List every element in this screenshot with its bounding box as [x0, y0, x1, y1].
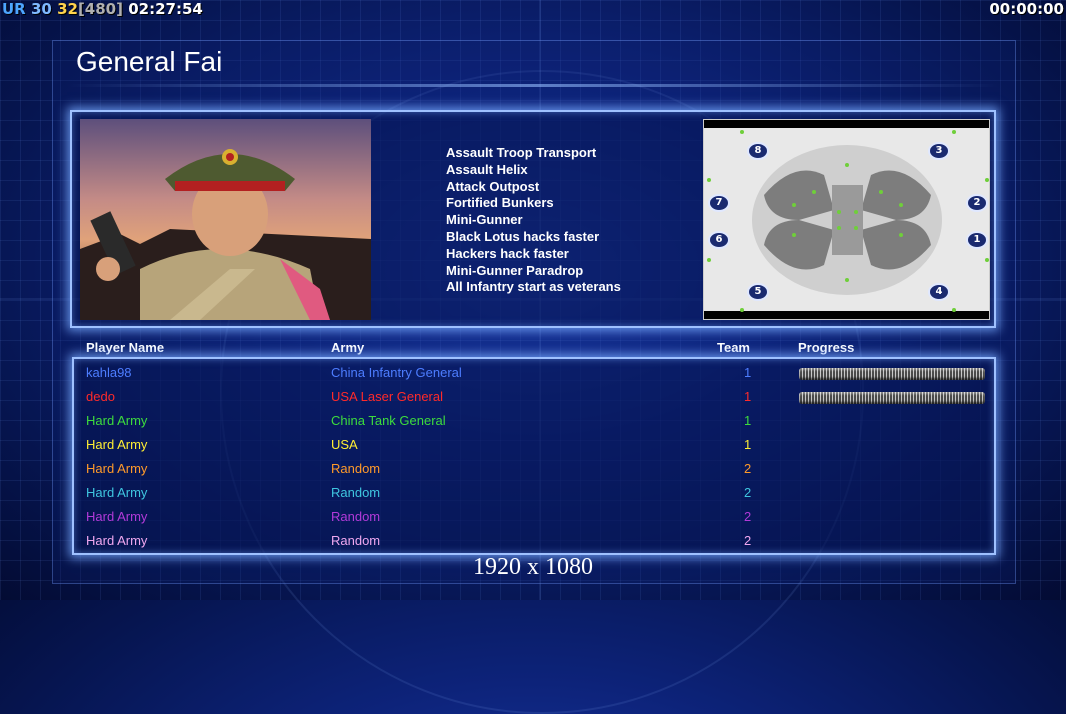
- player-team: 2: [744, 485, 752, 500]
- player-team: 2: [744, 461, 752, 476]
- general-portrait: [80, 119, 371, 320]
- player-row: Hard Army Random 2: [0, 457, 1066, 481]
- player-name: kahla98: [86, 365, 132, 380]
- player-row: Hard Army China Tank General 1: [0, 409, 1066, 433]
- map-start-slot-7[interactable]: 7: [708, 194, 730, 212]
- player-army: China Infantry General: [331, 365, 462, 380]
- bonus-item: Hackers hack faster: [446, 245, 569, 261]
- player-team: 1: [744, 437, 752, 452]
- hud-game-timer: 00:00:00: [989, 0, 1064, 18]
- bonus-item: Attack Outpost: [446, 178, 540, 194]
- player-row: Hard Army USA 1: [0, 433, 1066, 457]
- bonus-item: Fortified Bunkers: [446, 195, 554, 211]
- player-army: Random: [331, 485, 381, 500]
- player-army: China Tank General: [331, 413, 446, 428]
- title-divider: [66, 84, 1000, 87]
- map-start-slot-4[interactable]: 4: [928, 283, 950, 301]
- header-progress: Progress: [798, 340, 855, 355]
- player-row: Hard Army Random 2: [0, 505, 1066, 529]
- player-army: USA: [331, 437, 358, 452]
- player-name: dedo: [86, 389, 115, 404]
- map-start-slot-8[interactable]: 8: [747, 142, 769, 160]
- player-progress-bar: [799, 368, 985, 380]
- player-army: USA Laser General: [331, 389, 444, 404]
- player-row: Hard Army Random 2: [0, 529, 1066, 553]
- bonus-item: Assault Helix: [446, 161, 528, 177]
- player-name: Hard Army: [86, 413, 148, 428]
- header-team: Team: [717, 340, 750, 355]
- hud-clock: 02:27:54: [128, 0, 203, 18]
- bonus-item: Mini-Gunner Paradrop: [446, 262, 584, 278]
- map-start-slot-3[interactable]: 3: [928, 142, 950, 160]
- general-title: General Fai: [76, 46, 223, 77]
- map-start-slot-6[interactable]: 6: [708, 231, 730, 249]
- hud-stats: UR 30 32[480] 02:27:54: [2, 0, 203, 18]
- player-name: Hard Army: [86, 437, 148, 452]
- map-start-slot-2[interactable]: 2: [966, 194, 988, 212]
- hud-value-b: 32: [57, 0, 78, 18]
- bonus-item: All Infantry start as veterans: [446, 279, 621, 295]
- player-name: Hard Army: [86, 509, 148, 524]
- player-army: Random: [331, 509, 381, 524]
- player-name: Hard Army: [86, 533, 148, 548]
- player-team: 1: [744, 365, 752, 380]
- player-army: Random: [331, 533, 381, 548]
- hud-bracket: [480]: [77, 0, 123, 18]
- hud-value-a: 30: [30, 0, 52, 18]
- player-army: Random: [331, 461, 381, 476]
- bonus-item: Mini-Gunner: [446, 212, 523, 228]
- map-start-slot-5[interactable]: 5: [747, 283, 769, 301]
- player-row: dedo USA Laser General 1: [0, 385, 1066, 409]
- player-name: Hard Army: [86, 485, 148, 500]
- player-team: 2: [744, 509, 752, 524]
- player-progress-bar: [799, 392, 985, 404]
- hud-label: UR: [2, 0, 26, 18]
- resolution-label: 1920 x 1080: [473, 554, 593, 580]
- player-team: 2: [744, 533, 752, 548]
- map-preview: 8 3 7 2 6 1 5 4: [703, 119, 990, 320]
- player-row: Hard Army Random 2: [0, 481, 1066, 505]
- portrait-illustration: [80, 119, 371, 320]
- player-row: kahla98 China Infantry General 1: [0, 361, 1066, 385]
- general-bonus-list: Assault Troop Transport Assault Helix At…: [446, 145, 621, 296]
- header-player-name: Player Name: [86, 340, 165, 355]
- header-army: Army: [331, 340, 365, 355]
- bonus-item: Black Lotus hacks faster: [446, 228, 600, 244]
- map-start-slot-1[interactable]: 1: [966, 231, 988, 249]
- bonus-item: Assault Troop Transport: [446, 145, 597, 160]
- player-team: 1: [744, 413, 752, 428]
- player-team: 1: [744, 389, 752, 404]
- player-name: Hard Army: [86, 461, 148, 476]
